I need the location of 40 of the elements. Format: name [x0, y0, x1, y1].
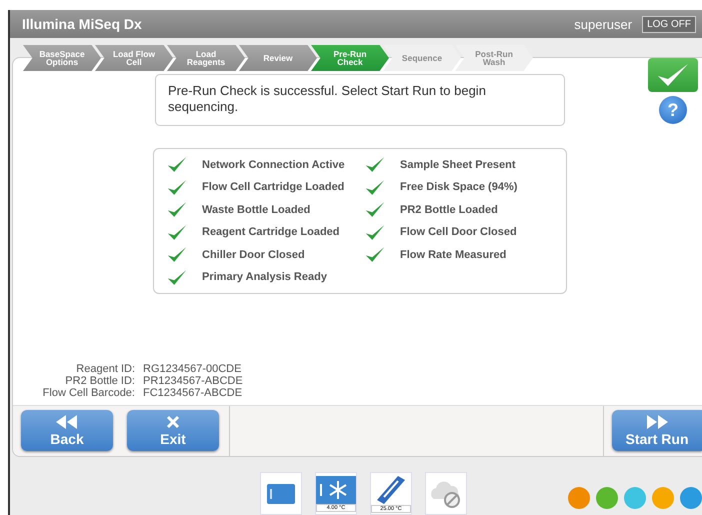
status-indicator[interactable] — [624, 487, 646, 509]
check-label: Free Disk Space (94%) — [400, 181, 518, 193]
status-tile[interactable] — [425, 472, 467, 515]
rewind-icon — [56, 414, 78, 428]
slide-icon — [376, 474, 406, 504]
check-label: Reagent Cartridge Loaded — [202, 226, 340, 238]
id-label: PR2 Bottle ID: — [64, 375, 135, 387]
id-value: RG1234567-00CDE — [143, 363, 242, 375]
check-label: Sample Sheet Present — [400, 158, 516, 170]
status-indicator[interactable] — [596, 487, 618, 509]
user-name: superuser — [574, 16, 632, 32]
check-label: PR2 Bottle Loaded — [400, 204, 498, 216]
id-value: PR1234567-ABCDE — [143, 375, 244, 387]
status-indicator[interactable] — [680, 487, 702, 509]
log-off-button[interactable]: LOG OFF — [642, 16, 696, 32]
id-label: Reagent ID: — [75, 363, 135, 375]
snowflake-icon — [316, 476, 356, 504]
id-value: FC1234567-ABCDE — [143, 387, 244, 399]
check-label: Primary Analysis Ready — [202, 271, 327, 283]
fast-forward-icon — [646, 414, 668, 428]
flow-cell-icon — [267, 484, 295, 504]
id-label: Flow Cell Barcode: — [42, 387, 135, 399]
back-button[interactable]: Back — [21, 410, 113, 451]
check-icon — [656, 62, 690, 88]
status-indicator[interactable] — [652, 487, 674, 509]
status-tile[interactable] — [260, 472, 302, 515]
check-label: Flow Rate Measured — [400, 248, 506, 260]
check-label: Flow Cell Cartridge Loaded — [202, 181, 344, 193]
window-title: Illumina MiSeq Dx — [22, 16, 143, 32]
exit-button[interactable]: Exit — [127, 410, 219, 451]
check-label: Waste Bottle Loaded — [202, 204, 310, 216]
check-label: Flow Cell Door Closed — [400, 226, 517, 238]
check-label: Network Connection Active — [202, 158, 345, 170]
status-indicator[interactable] — [568, 487, 590, 509]
close-icon — [166, 414, 180, 428]
status-message: Pre-Run Check is successful. Select Start Run to begin sequencing. — [168, 83, 486, 114]
start-run-button[interactable]: Start Run — [612, 410, 702, 451]
check-label: Chiller Door Closed — [202, 248, 305, 260]
help-button[interactable]: ? — [659, 96, 687, 124]
confirm-button[interactable] — [648, 58, 698, 92]
